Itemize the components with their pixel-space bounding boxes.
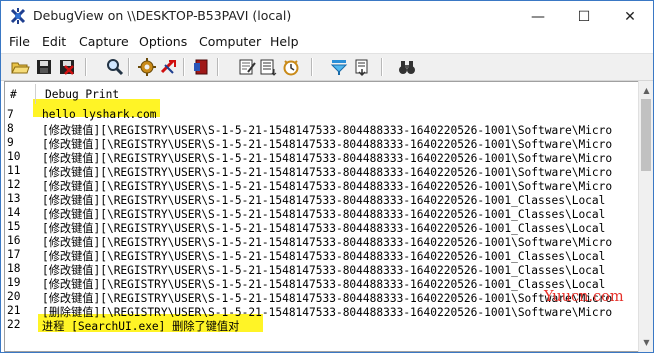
minimize-button[interactable]: — [515,1,561,32]
clear-icon[interactable] [57,57,77,77]
debugview-window: DebugView on \\DESKTOP-B53PAVI (local) —… [0,0,654,353]
close-button[interactable]: ✕ [607,1,653,32]
capture-kernel-icon[interactable] [159,57,179,77]
row-number: 16 [7,234,21,247]
toolbar [1,53,653,81]
table-row[interactable]: 12 [修改键值][\REGISTRY\USER\S-1-5-21-1548147… [5,178,639,193]
save-icon[interactable] [34,57,54,77]
table-row[interactable]: 7 hello lyshark.com [5,108,639,122]
menu-computer[interactable]: Computer [199,34,261,49]
toolbar-separator [85,58,87,76]
row-number: 14 [7,206,21,219]
row-text: 进程 [SearchUI.exe] 删除了键值对 [42,320,240,333]
table-row[interactable]: 16 [修改键值][\REGISTRY\USER\S-1-5-21-1548147… [5,234,639,249]
binoculars-icon[interactable] [397,57,417,77]
toolbar-separator [217,58,219,76]
row-number: 19 [7,276,21,289]
table-row[interactable]: 10 [修改键值][\REGISTRY\USER\S-1-5-21-1548147… [5,150,639,165]
clock-icon[interactable] [281,57,301,77]
column-header-debug-print[interactable]: Debug Print [45,88,119,101]
table-row[interactable]: 8 [修改键值][\REGISTRY\USER\S-1-5-21-15481475… [5,122,639,137]
menu-bar: File Edit Capture Options Computer Help [1,32,653,52]
scroll-down-arrow-icon[interactable]: ▼ [639,334,653,350]
debug-output-list[interactable]: # Debug Print 7 hello lyshark.com 8 [修改键值]… [4,81,640,352]
table-row[interactable]: 19 [修改键值][\REGISTRY\USER\S-1-5-21-1548147… [5,276,639,291]
column-divider[interactable] [35,84,36,104]
table-row[interactable]: 11 [修改键值][\REGISTRY\USER\S-1-5-21-1548147… [5,164,639,179]
maximize-button[interactable]: ☐ [561,1,607,32]
row-number: 8 [7,122,14,135]
toolbar-separator [311,58,313,76]
toolbar-separator [183,58,185,76]
scrollbar-thumb[interactable] [641,99,651,171]
row-number: 9 [7,136,14,149]
row-number: 15 [7,220,21,233]
menu-file[interactable]: File [9,34,30,49]
row-number: 18 [7,262,21,275]
table-row[interactable]: 14 [修改键值][\REGISTRY\USER\S-1-5-21-1548147… [5,206,639,221]
title-bar[interactable]: DebugView on \\DESKTOP-B53PAVI (local) —… [1,1,653,32]
vertical-scrollbar[interactable]: ▲ ▼ [638,81,653,352]
window-title: DebugView on \\DESKTOP-B53PAVI (local) [33,8,292,23]
row-number: 13 [7,192,21,205]
edit-filter-icon[interactable] [237,57,257,77]
toolbar-separator [128,58,130,76]
table-row[interactable]: 22 进程 [SearchUI.exe] 删除了键值对 [5,318,639,333]
find-icon[interactable] [105,57,125,77]
row-number: 10 [7,150,21,163]
menu-capture[interactable]: Capture [79,34,129,49]
debugview-app-icon [9,7,27,25]
table-row[interactable]: 17 [修改键值][\REGISTRY\USER\S-1-5-21-1548147… [5,248,639,263]
menu-help[interactable]: Help [270,34,299,49]
highlight-filter-icon[interactable] [329,57,349,77]
log-to-file-icon[interactable] [352,57,372,77]
capture-settings-icon[interactable] [137,57,157,77]
row-number: 7 [7,108,14,121]
row-number: 11 [7,164,21,177]
bookmark-icon[interactable] [191,57,211,77]
row-text: hello lyshark.com [42,108,157,121]
row-number: 21 [7,304,21,317]
menu-edit[interactable]: Edit [42,34,66,49]
history-depth-icon[interactable] [258,57,278,77]
table-row[interactable]: 13 [修改键值][\REGISTRY\USER\S-1-5-21-1548147… [5,192,639,207]
row-number: 17 [7,248,21,261]
menu-options[interactable]: Options [139,34,187,49]
scroll-up-arrow-icon[interactable]: ▲ [639,82,653,98]
table-row[interactable]: 15 [修改键值][\REGISTRY\USER\S-1-5-21-1548147… [5,220,639,235]
open-icon[interactable] [10,57,30,77]
table-row[interactable]: 21 [删除键值][\REGISTRY\USER\S-1-5-21-1548147… [5,304,639,319]
row-number: 20 [7,290,21,303]
row-number: 22 [7,318,21,331]
table-row[interactable]: 9 [修改键值][\REGISTRY\USER\S-1-5-21-15481475… [5,136,639,151]
table-row[interactable]: 18 [修改键值][\REGISTRY\USER\S-1-5-21-1548147… [5,262,639,277]
row-number: 12 [7,178,21,191]
watermark: Yuucn.com [544,289,624,305]
column-header-number[interactable]: # [10,88,17,101]
toolbar-separator [381,58,383,76]
